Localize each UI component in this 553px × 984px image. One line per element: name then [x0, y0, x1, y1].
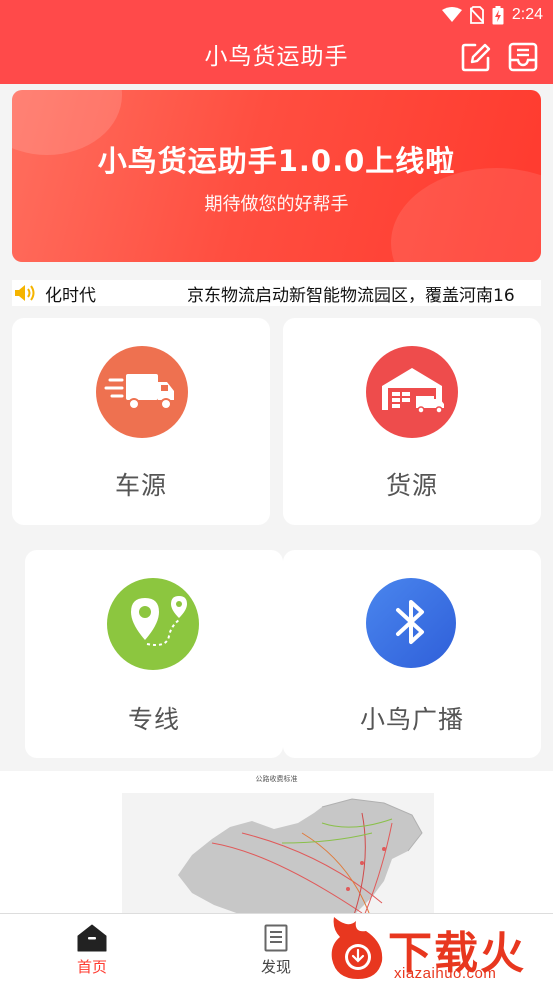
feature-card-vehicle-source[interactable]: 车源: [12, 318, 270, 525]
tab-discover[interactable]: 发现: [231, 914, 321, 984]
no-sim-icon: [469, 6, 484, 24]
feature-label: 货源: [385, 471, 438, 500]
inbox-icon[interactable]: [507, 41, 539, 73]
status-bar: 2:24: [0, 0, 553, 30]
watermark: 下载火 xiazaihuo.com: [326, 915, 553, 983]
wifi-icon: [441, 7, 462, 22]
watermark-url: xiazaihuo.com: [394, 965, 497, 982]
status-time: 2:24: [511, 6, 543, 23]
document-icon: [264, 924, 288, 952]
feature-label: 车源: [114, 471, 167, 500]
banner-title: 小鸟货运助手1.0.0上线啦: [97, 144, 456, 178]
feature-label: 小鸟广播: [359, 705, 464, 734]
map-caption: 公路收费标准: [255, 775, 298, 783]
china-map-image: [122, 793, 434, 916]
tab-label: 发现: [260, 958, 291, 976]
warehouse-icon: [366, 346, 458, 438]
tab-home[interactable]: 首页: [47, 914, 137, 984]
truck-icon: [96, 346, 188, 438]
home-icon: [77, 924, 107, 952]
banner-subtitle: 期待做您的好帮手: [204, 194, 349, 215]
app-bar: 小鸟货运助手: [0, 30, 553, 84]
battery-charging-icon: [492, 5, 504, 24]
feature-label: 专线: [127, 705, 180, 734]
location-pin-icon: [107, 578, 199, 670]
feature-card-dedicated-line[interactable]: 专线: [25, 550, 283, 758]
ticker-item: 京东物流启动新智能物流园区，覆盖河南16: [187, 286, 515, 306]
bluetooth-icon: [366, 578, 456, 668]
ticker-item: 化时代: [45, 286, 96, 306]
edit-icon[interactable]: [460, 41, 492, 73]
flame-download-icon: [331, 917, 383, 979]
news-ticker[interactable]: 化时代 京东物流启动新智能物流园区，覆盖河南16: [12, 280, 541, 306]
map-section[interactable]: 公路收费标准: [0, 771, 553, 916]
speaker-icon: [15, 285, 35, 301]
feature-card-broadcast[interactable]: 小鸟广播: [283, 550, 541, 758]
tab-label: 首页: [76, 958, 107, 976]
promo-banner[interactable]: 小鸟货运助手1.0.0上线啦 期待做您的好帮手: [12, 90, 541, 262]
feature-card-cargo-source[interactable]: 货源: [283, 318, 541, 525]
